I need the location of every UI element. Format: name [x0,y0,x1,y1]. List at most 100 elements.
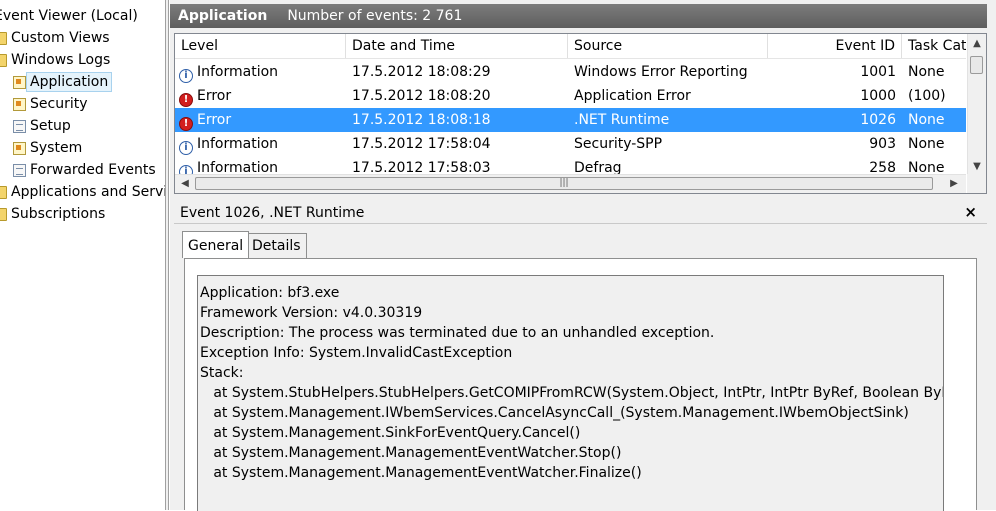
cell-text: 17.5.2012 18:08:29 [352,64,491,80]
tree-node-setup[interactable]: Setup [13,116,71,136]
event-details-title: Event 1026, .NET Runtime [180,204,365,221]
tree-node-windows-logs[interactable]: Windows Logs [0,50,110,70]
table-row[interactable]: i Information 17.5.2012 17:58:04 Security-S… [175,132,966,156]
cell-text: (100) [908,88,946,104]
folder-icon [0,207,7,221]
scroll-up-icon[interactable]: ▲ [968,36,986,52]
tree-node-label: System [30,140,83,156]
column-header-level[interactable]: Level [175,34,346,58]
cell-source: Security-SPP [568,132,768,156]
cell-level: ! Error [175,108,346,132]
tree-node-event-viewer[interactable]: Event Viewer (Local) [0,6,138,26]
column-header-source[interactable]: Source [568,34,768,58]
navigation-tree: Event Viewer (Local) Custom Views Window… [0,0,166,510]
cell-text: 17.5.2012 18:08:18 [352,112,491,128]
table-row[interactable]: i Information 17.5.2012 18:08:29 Windows Er… [175,60,966,84]
cell-level: i Information [175,60,346,84]
tree-node-subscriptions[interactable]: Subscriptions [0,204,105,224]
info-icon: i [179,141,193,155]
cell-datetime: 17.5.2012 18:08:20 [346,84,568,108]
tree-node-application[interactable]: Application [13,72,113,92]
scroll-right-icon[interactable]: ▶ [946,175,962,193]
tree-node-system[interactable]: System [13,138,82,158]
vertical-scrollbar[interactable]: ▲ ▼ [967,34,986,175]
security-log-icon [13,97,26,111]
tree-node-label: Windows Logs [11,52,111,68]
scroll-thumb[interactable] [970,56,983,74]
folder-icon [0,31,7,45]
cell-task: (100) [902,84,966,108]
cell-task: None [902,132,966,156]
cell-level: i Information [175,132,346,156]
tree-node-apps-services[interactable]: Applications and Services Logs [0,182,166,202]
cell-datetime: 17.5.2012 18:08:18 [346,108,568,132]
application-log-icon [13,75,26,89]
cell-event-id: 1026 [768,108,902,132]
tab-details[interactable]: Details [246,233,307,258]
scroll-down-icon[interactable]: ▼ [968,159,986,175]
system-log-icon [13,141,26,155]
cell-text: Information [197,136,279,152]
tree-node-label: Subscriptions [11,206,106,222]
cell-text: 17.5.2012 17:58:04 [352,136,491,152]
scroll-left-icon[interactable]: ◀ [177,175,193,193]
tree-node-label: Forwarded Events [30,162,156,178]
table-row[interactable]: ! Error 17.5.2012 18:08:20 Application Erro… [175,84,966,108]
tree-node-label: Applications and Services Logs [11,184,166,200]
main-content: Application Number of events: 2 761 Leve… [170,0,996,511]
log-icon [13,163,26,177]
column-header-event-id[interactable]: Event ID [768,34,902,58]
tree-node-label: Custom Views [11,30,110,46]
cell-text: 903 [869,136,896,152]
cell-text: Windows Error Reporting [574,64,748,80]
tree-node-forwarded-events[interactable]: Forwarded Events [13,160,156,180]
cell-datetime: 17.5.2012 18:08:29 [346,60,568,84]
event-description-text[interactable]: Application: bf3.exe Framework Version: … [197,275,944,511]
cell-text: None [908,136,945,152]
events-grid: Level Date and Time Source Event ID Task… [174,33,987,194]
log-icon [13,119,26,133]
tree-node-custom-views[interactable]: Custom Views [0,28,110,48]
column-header-task-category[interactable]: Task Category [902,34,966,58]
error-icon: ! [179,93,193,107]
info-icon: i [179,69,193,83]
cell-text: Information [197,64,279,80]
cell-text: None [908,112,945,128]
tree-node-label: Event Viewer (Local) [0,8,138,24]
tree-node-label: Application [26,72,113,92]
cell-datetime: 17.5.2012 17:58:04 [346,132,568,156]
tab-general[interactable]: General [182,231,250,258]
cell-source: Application Error [568,84,768,108]
tree-node-label: Setup [30,118,71,134]
log-header: Application Number of events: 2 761 [170,4,987,28]
cell-text: Error [197,112,232,128]
horizontal-scrollbar[interactable]: ◀ ||| ▶ [175,174,966,193]
close-icon[interactable]: × [964,203,977,221]
cell-text: 1000 [860,88,896,104]
cell-task: None [902,60,966,84]
cell-text: Error [197,88,232,104]
cell-text: .NET Runtime [574,112,670,128]
cell-text: 1001 [860,64,896,80]
scroll-thumb-horizontal[interactable]: ||| [195,177,933,190]
event-count: Number of events: 2 761 [287,8,463,24]
cell-event-id: 1001 [768,60,902,84]
folder-icon [0,53,7,67]
event-details-header: Event 1026, .NET Runtime × [174,202,987,224]
cell-source: .NET Runtime [568,108,768,132]
column-header-date-time[interactable]: Date and Time [346,34,568,58]
cell-text: Application Error [574,88,691,104]
cell-level: ! Error [175,84,346,108]
cell-text: 1026 [860,112,896,128]
cell-text: Security-SPP [574,136,663,152]
error-icon: ! [179,117,193,131]
folder-icon [0,185,7,199]
tree-node-security[interactable]: Security [13,94,88,114]
cell-event-id: 903 [768,132,902,156]
table-row[interactable]: ! Error 17.5.2012 18:08:18 .NET Runtime 1026… [175,108,966,132]
pane-splitter[interactable] [165,0,169,510]
grid-column-headers: Level Date and Time Source Event ID Task… [175,34,966,59]
general-tab-panel: Application: bf3.exe Framework Version: … [184,258,977,511]
cell-source: Windows Error Reporting [568,60,768,84]
cell-task: None [902,108,966,132]
